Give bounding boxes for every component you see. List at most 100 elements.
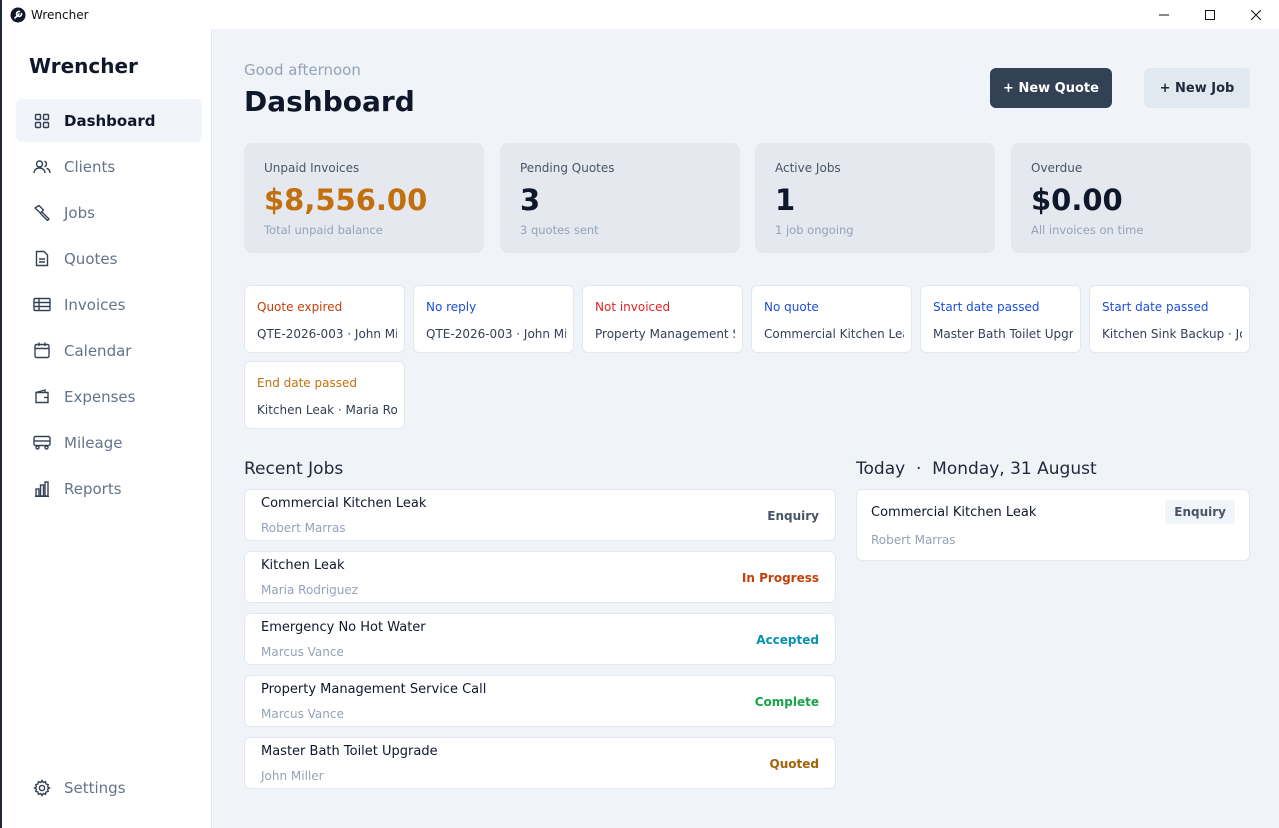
brand-name: Wrencher — [29, 54, 138, 78]
alert-card[interactable]: Quote expired QTE-2026-003 · John Mille — [244, 285, 405, 353]
status-badge: Enquiry — [767, 509, 819, 523]
alert-card[interactable]: Not invoiced Property Management Se — [582, 285, 743, 353]
settings-label: Settings — [64, 778, 126, 797]
job-title: Master Bath Toilet Upgrade — [261, 744, 438, 759]
sidebar-item-clients[interactable]: Clients — [16, 145, 202, 188]
window-controls — [1141, 0, 1279, 29]
stat-label: Pending Quotes — [520, 161, 615, 175]
alert-card[interactable]: No reply QTE-2026-003 · John Mille — [413, 285, 574, 353]
sidebar-item-settings[interactable]: Settings — [16, 766, 202, 809]
sidebar-item-reports[interactable]: Reports — [16, 467, 202, 510]
sidebar-item-label: Dashboard — [64, 111, 156, 130]
today-title: Today · Monday, 31 August — [856, 459, 1097, 479]
users-icon — [33, 158, 51, 176]
sidebar-item-invoices[interactable]: Invoices — [16, 283, 202, 326]
stat-card-pending-quotes[interactable]: Pending Quotes 3 3 quotes sent — [500, 143, 740, 253]
receipt-icon — [33, 296, 51, 314]
stat-label: Active Jobs — [775, 161, 841, 175]
page-title: Dashboard — [244, 85, 415, 118]
maximize-button[interactable] — [1187, 0, 1233, 29]
recent-jobs-title: Recent Jobs — [244, 459, 344, 479]
sidebar-item-mileage[interactable]: Mileage — [16, 421, 202, 464]
table-row[interactable]: Kitchen Leak Maria Rodriguez In Progress — [244, 551, 836, 603]
sidebar-item-label: Expenses — [64, 387, 136, 406]
close-button[interactable] — [1233, 0, 1279, 29]
stat-label: Overdue — [1031, 161, 1083, 175]
job-title: Emergency No Hot Water — [261, 620, 426, 635]
new-quote-button[interactable]: + New Quote — [990, 68, 1112, 108]
job-client: John Miller — [261, 769, 324, 783]
van-icon — [33, 434, 51, 452]
alert-card[interactable]: No quote Commercial Kitchen Leak — [751, 285, 912, 353]
sidebar-item-label: Mileage — [64, 433, 123, 452]
close-icon — [1251, 9, 1261, 20]
grid-icon — [33, 112, 51, 130]
gear-icon — [33, 778, 51, 797]
alert-card[interactable]: End date passed Kitchen Leak · Maria Rod… — [244, 361, 405, 429]
sidebar-item-jobs[interactable]: Jobs — [16, 191, 202, 234]
sidebar-item-expenses[interactable]: Expenses — [16, 375, 202, 418]
status-badge: Complete — [754, 695, 819, 709]
table-row[interactable]: Emergency No Hot Water Marcus Vance Acce… — [244, 613, 836, 665]
calendar-icon — [33, 342, 51, 360]
stat-value: $8,556.00 — [264, 183, 428, 217]
alert-type: No quote — [764, 300, 819, 314]
alert-type: Start date passed — [933, 300, 1040, 314]
minimize-icon — [1159, 14, 1169, 15]
minimize-button[interactable] — [1141, 0, 1187, 29]
alert-card[interactable]: Start date passed Kitchen Sink Backup · … — [1089, 285, 1250, 353]
status-badge: Enquiry — [1165, 500, 1235, 524]
alert-type: No reply — [426, 300, 477, 314]
stat-card-overdue[interactable]: Overdue $0.00 All invoices on time — [1011, 143, 1251, 253]
sidebar-item-calendar[interactable]: Calendar — [16, 329, 202, 372]
hammer-icon — [33, 204, 51, 222]
sidebar-item-label: Jobs — [64, 203, 95, 222]
sidebar-item-label: Reports — [64, 479, 122, 498]
app-logo-icon — [10, 7, 26, 22]
alert-type: Not invoiced — [595, 300, 671, 314]
sidebar-item-dashboard[interactable]: Dashboard — [16, 99, 202, 142]
table-row[interactable]: Master Bath Toilet Upgrade John Miller Q… — [244, 737, 836, 789]
stat-label: Unpaid Invoices — [264, 161, 360, 175]
table-row[interactable]: Property Management Service Call Marcus … — [244, 675, 836, 727]
alert-text: Commercial Kitchen Leak — [764, 327, 904, 341]
job-client: Marcus Vance — [261, 645, 344, 659]
window-title: Wrencher — [31, 7, 89, 22]
greeting: Good afternoon — [244, 61, 361, 79]
new-job-button[interactable]: + New Job — [1144, 68, 1250, 108]
stat-value: $0.00 — [1031, 183, 1123, 217]
stat-subtext: Total unpaid balance — [264, 223, 383, 237]
status-badge: Quoted — [769, 757, 819, 771]
alert-type: Quote expired — [257, 300, 343, 314]
stat-card-unpaid-invoices[interactable]: Unpaid Invoices $8,556.00 Total unpaid b… — [244, 143, 484, 253]
wallet-icon — [33, 388, 51, 406]
status-badge: In Progress — [741, 571, 819, 585]
alert-text: Kitchen Sink Backup · Joh — [1102, 327, 1242, 341]
alert-type: Start date passed — [1102, 300, 1209, 314]
job-client: Robert Marras — [261, 521, 346, 535]
bar-chart-icon — [33, 480, 51, 498]
stat-subtext: 1 job ongoing — [775, 223, 854, 237]
table-row[interactable]: Commercial Kitchen Leak Robert Marras En… — [244, 489, 836, 541]
sidebar-item-label: Calendar — [64, 341, 132, 360]
sidebar-item-quotes[interactable]: Quotes — [16, 237, 202, 280]
alert-text: Kitchen Leak · Maria Rodr — [257, 403, 397, 417]
maximize-icon — [1205, 9, 1215, 20]
title-bar: Wrencher — [0, 0, 1279, 29]
alert-text: Master Bath Toilet Upgrad — [933, 327, 1073, 341]
main-content: Good afternoon Dashboard + New Quote + N… — [212, 29, 1279, 828]
alert-card[interactable]: Start date passed Master Bath Toilet Upg… — [920, 285, 1081, 353]
alert-text: QTE-2026-003 · John Mille — [257, 327, 397, 341]
today-job-title: Commercial Kitchen Leak — [871, 505, 1037, 520]
job-client: Maria Rodriguez — [261, 583, 359, 597]
stat-card-active-jobs[interactable]: Active Jobs 1 1 job ongoing — [755, 143, 995, 253]
stat-value: 1 — [775, 183, 796, 217]
alert-type: End date passed — [257, 376, 357, 390]
job-title: Commercial Kitchen Leak — [261, 496, 427, 511]
sidebar-item-label: Invoices — [64, 295, 126, 314]
status-badge: Accepted — [756, 633, 819, 647]
stat-subtext: All invoices on time — [1031, 223, 1144, 237]
today-job-card[interactable]: Commercial Kitchen Leak Robert Marras En… — [856, 489, 1250, 561]
stat-value: 3 — [520, 183, 541, 217]
alert-text: QTE-2026-003 · John Mille — [426, 327, 566, 341]
